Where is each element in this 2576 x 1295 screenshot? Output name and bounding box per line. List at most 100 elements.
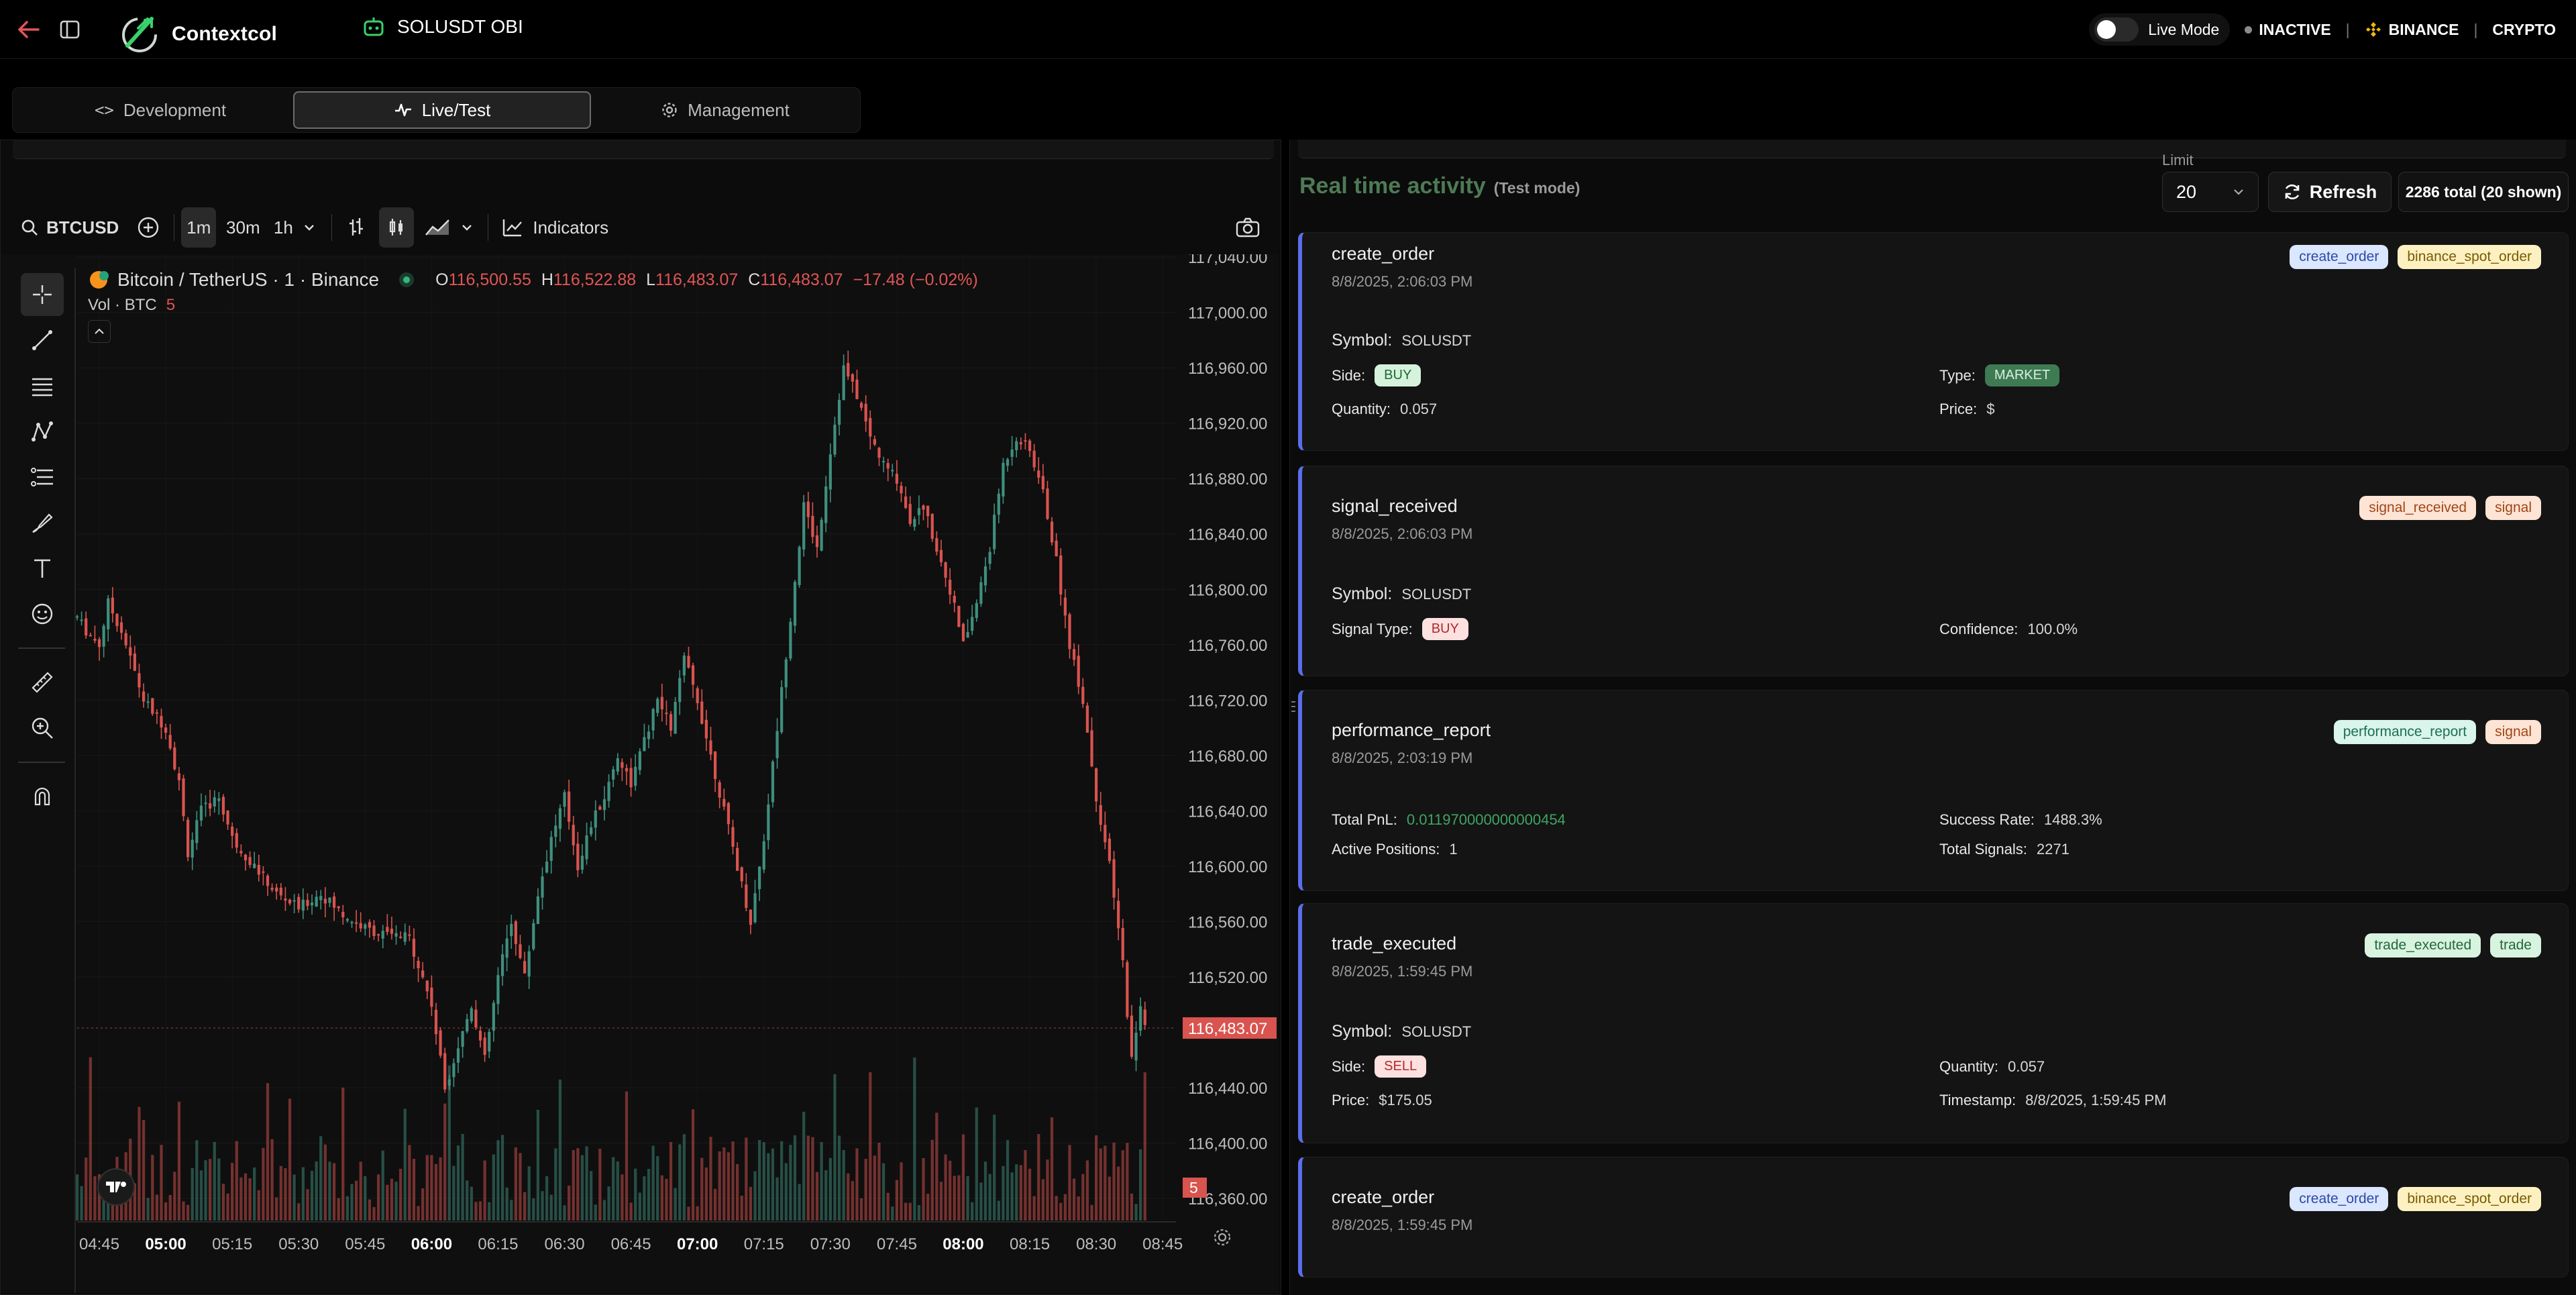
volume-bar [1081,1174,1085,1221]
chart-subtabs[interactable] [13,140,1274,159]
volume-bar [793,1135,797,1221]
price-chart[interactable]: 117,040.00 117,000.00 116,960.00 116,920.00… [76,254,1277,1293]
brand[interactable]: Contextcol [118,13,277,55]
volume-bar [700,1157,704,1221]
pattern-icon[interactable] [21,410,64,453]
x-tick-label: 08:30 [1076,1235,1116,1253]
symbol-search[interactable]: BTCUSD [21,207,119,248]
bar-style-button[interactable] [340,207,372,248]
chart-settings-icon[interactable] [1212,1227,1232,1251]
compare-add-button[interactable] [135,207,162,248]
magnet-icon[interactable] [21,775,64,818]
text-tool-icon[interactable] [21,547,64,590]
interval-dropdown[interactable] [299,207,319,248]
candles-style-button[interactable] [379,207,415,248]
activity-card[interactable]: create_order 8/8/2025, 1:59:45 PM create… [1298,1157,2569,1278]
volume-bar [1139,1149,1142,1221]
zoom-in-icon[interactable] [21,707,64,749]
area-style-button[interactable] [422,207,454,248]
trend-line-icon[interactable] [21,319,64,362]
snapshot-button[interactable] [1230,207,1265,248]
sidebar-toggle-icon[interactable] [55,15,85,44]
y-tick-label: 116,960.00 [1188,360,1267,378]
candle-body [164,727,168,733]
status-badge: INACTIVE [2245,21,2331,39]
volume-bar [837,1135,841,1221]
chart-legend[interactable]: Bitcoin / TetherUS · 1 · Binance O116,50… [88,269,978,291]
refresh-button[interactable]: Refresh [2268,172,2392,212]
total-signals-value: 2271 [2036,841,2070,858]
candle-body [594,810,597,828]
emoji-icon[interactable] [21,592,64,635]
volume-bar [722,1147,726,1221]
limit-select[interactable]: 20 [2162,172,2259,212]
chart-style-dropdown[interactable] [457,207,477,248]
candle-body [704,719,708,739]
volume-bar [957,1175,961,1221]
bot-selector[interactable]: SOLUSDT OBI [362,16,523,38]
volume-bar [939,1182,943,1221]
chart-panel: BTCUSD 1m 30m 1h Indicators 117,040.00 1… [0,140,1281,1295]
fib-retracement-icon[interactable] [21,364,64,407]
activity-card[interactable]: performance_report 8/8/2025, 2:03:19 PM … [1298,690,2569,891]
candle-body [881,461,885,463]
candle-body [421,970,425,978]
candle-body [873,439,876,445]
change-value: −17.48 (−0.02%) [853,270,978,289]
tab-live-test[interactable]: Live/Test [293,91,591,129]
candle-body [443,1053,447,1090]
candle-body [961,623,965,641]
volume-bar [470,1186,473,1221]
tradingview-logo-icon[interactable] [97,1168,135,1206]
forecast-icon[interactable] [21,456,64,499]
candle-body [1006,459,1010,466]
candle-body [306,900,309,907]
indicators-button[interactable]: Indicators [502,207,608,248]
ruler-icon[interactable] [21,661,64,704]
volume-bar [979,1182,983,1221]
activity-card[interactable]: create_order 8/8/2025, 2:06:03 PM create… [1298,232,2569,451]
candle-body [115,613,119,627]
volume-bar [1108,1176,1112,1221]
candle-body [93,638,97,641]
candle-body [430,987,433,1007]
interval-30m[interactable]: 30m [224,207,262,248]
crosshair-icon[interactable] [21,273,64,316]
back-arrow-icon[interactable] [13,15,43,44]
resize-handle-icon[interactable] [1290,696,1297,717]
activity-card[interactable]: signal_received 8/8/2025, 2:06:03 PM sig… [1298,466,2569,676]
brush-icon[interactable] [21,501,64,544]
volume-bar [678,1144,682,1221]
activity-subtabs[interactable] [1298,140,2566,158]
live-mode-toggle[interactable]: Live Mode [2089,13,2231,46]
chevron-up-icon [95,328,104,334]
volume-bar [585,1146,588,1221]
volume-bar [669,1142,673,1221]
candle-body [842,365,845,401]
volume-bar [1002,1166,1005,1221]
volume-bar [1059,1202,1063,1221]
candle-body [1134,1033,1138,1061]
activity-card[interactable]: trade_executed 8/8/2025, 1:59:45 PM trad… [1298,903,2569,1143]
candle-body [651,709,655,731]
limit-value: 20 [2176,181,2197,202]
chart-area[interactable]: 117,040.00 117,000.00 116,960.00 116,920.00… [1,254,1279,1293]
chart-title: Bitcoin / TetherUS · 1 · Binance [117,269,380,290]
volume-legend[interactable]: Vol · BTC 5 [88,296,175,315]
volume-bar [753,1171,757,1221]
collapse-legend-button[interactable] [88,320,111,343]
candle-body [616,758,619,772]
toggle-switch[interactable] [2094,17,2139,42]
interval-1h[interactable]: 1h [270,207,297,248]
volume-bar [908,1202,912,1221]
volume-bar [886,1192,890,1221]
interval-1m[interactable]: 1m [181,207,217,248]
candle-body [576,843,580,870]
volume-bar [983,1161,987,1221]
volume-bar [1094,1135,1098,1221]
y-axis: 117,040.00 117,000.00 116,960.00 116,920.00… [1183,254,1277,1208]
tab-development[interactable]: <> Development [19,91,301,129]
candle-body [226,811,229,825]
candle-body [496,975,500,1004]
tab-management[interactable]: Management [591,91,859,129]
